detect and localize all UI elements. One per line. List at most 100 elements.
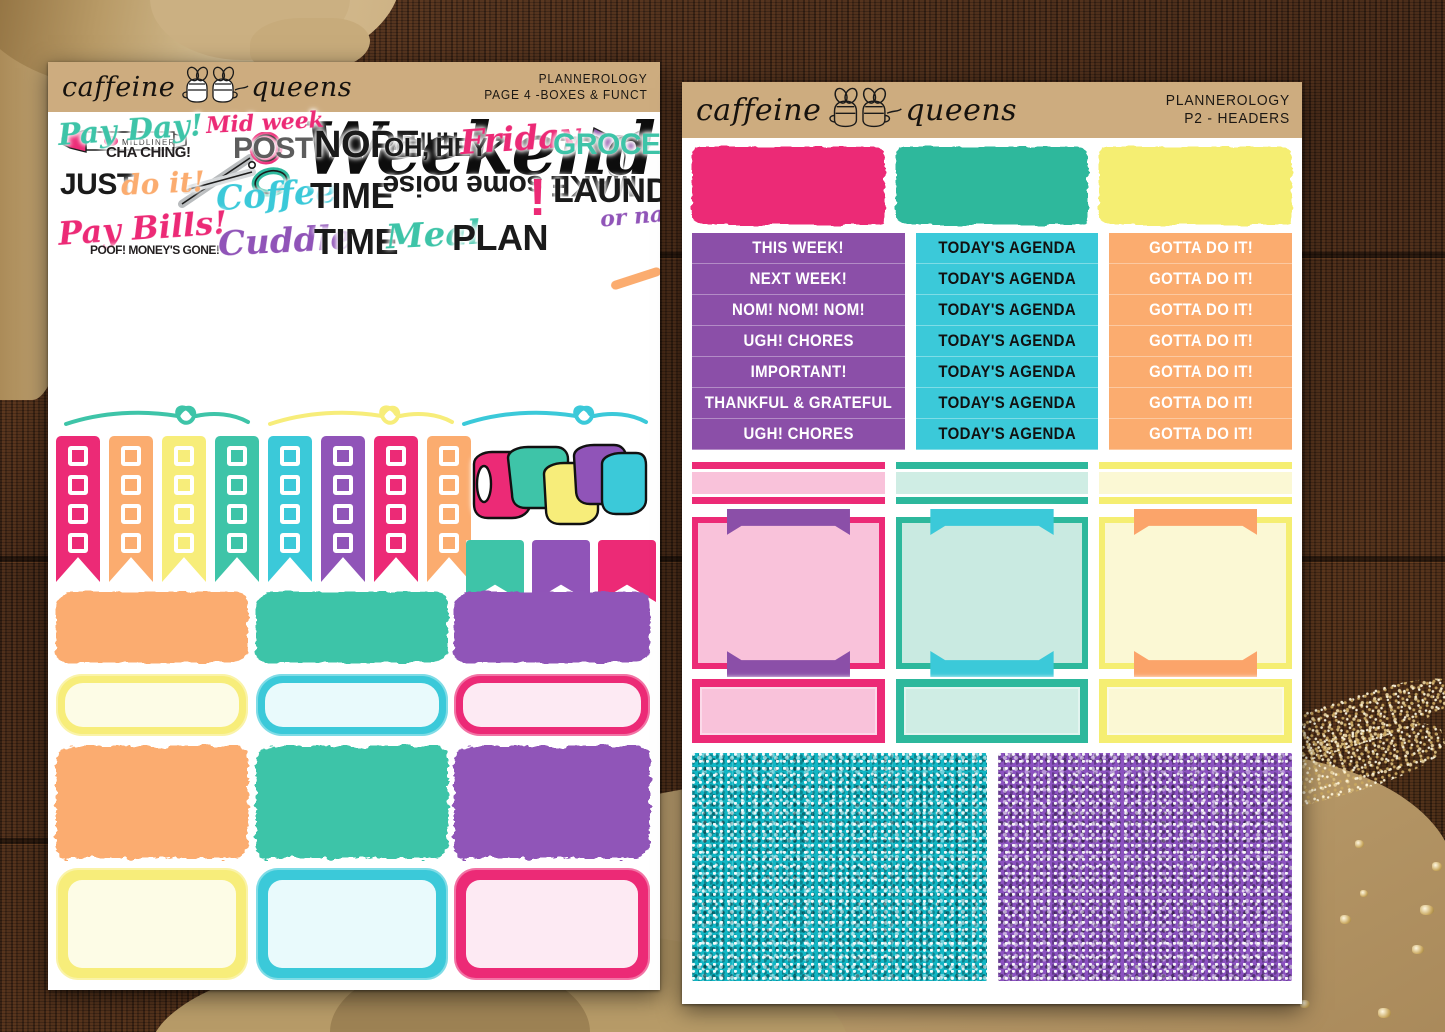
brush-stroke-box[interactable] xyxy=(256,592,448,662)
checkbox-glyph[interactable] xyxy=(386,446,406,466)
header-label-sticker[interactable]: GOTTA DO IT! xyxy=(1109,326,1292,357)
header-label-sticker[interactable]: GOTTA DO IT! xyxy=(1109,264,1292,295)
checkbox-glyph[interactable] xyxy=(333,533,353,553)
paint-swatch-sticker[interactable] xyxy=(692,147,885,225)
checkbox-glyph[interactable] xyxy=(280,475,300,495)
header-label-column[interactable]: THIS WEEK! NEXT WEEK! NOM! NOM! NOM! UGH! C… xyxy=(692,233,905,450)
checklist-flag-sticker[interactable] xyxy=(268,436,312,582)
outlined-label-box[interactable] xyxy=(256,868,448,980)
phrase-sticker[interactable]: POST xyxy=(233,134,313,164)
checkbox-glyph[interactable] xyxy=(280,446,300,466)
sticker-sheet-page4[interactable]: caffeine queens PLANNEROLOGY PAGE 4 -BOX… xyxy=(48,62,660,990)
checklist-flag-sticker[interactable] xyxy=(162,436,206,582)
header-label-sticker[interactable]: GOTTA DO IT! xyxy=(1109,295,1292,326)
checkbox-glyph[interactable] xyxy=(121,475,141,495)
header-label-sticker[interactable]: GOTTA DO IT! xyxy=(1109,419,1292,450)
header-label-sticker[interactable]: IMPORTANT! xyxy=(692,357,905,388)
sticker-sheet-page2[interactable]: caffeine queens PLANNEROLOGY P2 - HEADER… xyxy=(682,82,1302,1004)
checkbox-glyph[interactable] xyxy=(121,446,141,466)
brush-stroke-box[interactable] xyxy=(256,746,448,858)
purple-glitter-tile[interactable] xyxy=(997,753,1292,981)
checkbox-glyph[interactable] xyxy=(439,504,459,524)
ribbon-header-sticker[interactable] xyxy=(895,459,1089,507)
header-label-column[interactable]: TODAY'S AGENDA TODAY'S AGENDA TODAY'S AGEN… xyxy=(915,233,1099,450)
header-label-sticker[interactable]: THANKFUL & GRATEFUL xyxy=(692,388,905,419)
checkbox-glyph[interactable] xyxy=(68,504,88,524)
checkbox-glyph[interactable] xyxy=(280,533,300,553)
checkbox-glyph[interactable] xyxy=(333,446,353,466)
checkbox-glyph[interactable] xyxy=(227,475,247,495)
checkbox-glyph[interactable] xyxy=(386,475,406,495)
teal-glitter-tile[interactable] xyxy=(692,753,987,981)
brush-stroke-box[interactable] xyxy=(56,592,248,662)
paint-swatch-sticker[interactable] xyxy=(895,147,1089,225)
checklist-flag-sticker[interactable] xyxy=(321,436,365,582)
checkbox-glyph[interactable] xyxy=(439,475,459,495)
outlined-label-box[interactable] xyxy=(56,868,248,980)
phrase-sticker[interactable]: TIME xyxy=(310,178,395,214)
checkbox-glyph[interactable] xyxy=(121,533,141,553)
checkbox-glyph[interactable] xyxy=(174,446,194,466)
header-label-sticker[interactable]: UGH! CHORES xyxy=(692,326,905,357)
header-label-sticker[interactable]: GOTTA DO IT! xyxy=(1109,388,1292,419)
header-label-sticker[interactable]: NOM! NOM! NOM! xyxy=(692,295,905,326)
brush-stroke-box[interactable] xyxy=(454,592,650,662)
checklist-flag-sticker[interactable] xyxy=(109,436,153,582)
checkbox-glyph[interactable] xyxy=(174,533,194,553)
checkbox-glyph[interactable] xyxy=(333,475,353,495)
phrase-sticker[interactable]: POOF! MONEY'S GONE! xyxy=(90,244,220,256)
brush-stroke-box[interactable] xyxy=(56,746,248,858)
ribbon-header-sticker[interactable] xyxy=(1099,459,1293,507)
outlined-label-box[interactable] xyxy=(56,674,248,736)
header-label-sticker[interactable]: TODAY'S AGENDA xyxy=(915,326,1099,357)
banner-box-sticker[interactable] xyxy=(1099,509,1293,677)
header-label-sticker[interactable]: TODAY'S AGENDA xyxy=(915,388,1099,419)
checklist-flag-sticker[interactable] xyxy=(427,436,471,582)
checkbox-glyph[interactable] xyxy=(174,504,194,524)
checkbox-glyph[interactable] xyxy=(68,533,88,553)
banner-box-sticker[interactable] xyxy=(692,509,885,677)
brush-stroke-box[interactable] xyxy=(454,746,650,858)
header-label-text: GOTTA DO IT! xyxy=(1148,269,1253,288)
checkbox-glyph[interactable] xyxy=(386,504,406,524)
header-label-sticker[interactable]: TODAY'S AGENDA xyxy=(915,295,1099,326)
strip-box-sticker[interactable] xyxy=(692,679,885,743)
header-label-sticker[interactable]: TODAY'S AGENDA xyxy=(915,357,1099,388)
banner-box-sticker[interactable] xyxy=(895,509,1089,677)
checkbox-glyph[interactable] xyxy=(68,475,88,495)
checklist-flag-sticker[interactable] xyxy=(56,436,100,582)
outlined-label-box[interactable] xyxy=(454,868,650,980)
checkbox-glyph[interactable] xyxy=(227,446,247,466)
header-label-sticker[interactable]: GOTTA DO IT! xyxy=(1109,233,1292,264)
header-label-sticker[interactable]: NEXT WEEK! xyxy=(692,264,905,295)
ribbon-header-sticker[interactable] xyxy=(692,459,885,507)
strip-box-sticker[interactable] xyxy=(895,679,1089,743)
checkbox-glyph[interactable] xyxy=(280,504,300,524)
header-label-sticker[interactable]: THIS WEEK! xyxy=(692,233,905,264)
outlined-label-box[interactable] xyxy=(256,674,448,736)
phrase-sticker[interactable]: PLAN xyxy=(452,220,549,256)
checkbox-glyph[interactable] xyxy=(439,533,459,553)
header-label-sticker[interactable]: TODAY'S AGENDA xyxy=(915,264,1099,295)
outlined-label-box[interactable] xyxy=(454,674,650,736)
header-label-sticker[interactable]: UGH! CHORES xyxy=(692,419,905,450)
phrase-sticker[interactable]: GROCERIES xyxy=(553,130,660,160)
phrase-sticker[interactable]: do it! xyxy=(120,165,205,202)
checkbox-glyph[interactable] xyxy=(386,533,406,553)
header-label-sticker[interactable]: GOTTA DO IT! xyxy=(1109,357,1292,388)
paint-swatch-sticker[interactable] xyxy=(1099,147,1293,225)
phrase-sticker[interactable]: CHA CHING! xyxy=(106,145,191,160)
checkbox-glyph[interactable] xyxy=(227,533,247,553)
header-label-sticker[interactable]: TODAY'S AGENDA xyxy=(915,419,1099,450)
checkbox-glyph[interactable] xyxy=(174,475,194,495)
header-label-column[interactable]: GOTTA DO IT! GOTTA DO IT! GOTTA DO IT! GOTT… xyxy=(1109,233,1292,450)
checkbox-glyph[interactable] xyxy=(121,504,141,524)
header-label-sticker[interactable]: TODAY'S AGENDA xyxy=(915,233,1099,264)
strip-box-sticker[interactable] xyxy=(1099,679,1293,743)
checkbox-glyph[interactable] xyxy=(68,446,88,466)
checkbox-glyph[interactable] xyxy=(227,504,247,524)
checklist-flag-sticker[interactable] xyxy=(374,436,418,582)
checkbox-glyph[interactable] xyxy=(439,446,459,466)
checkbox-glyph[interactable] xyxy=(333,504,353,524)
checklist-flag-sticker[interactable] xyxy=(215,436,259,582)
